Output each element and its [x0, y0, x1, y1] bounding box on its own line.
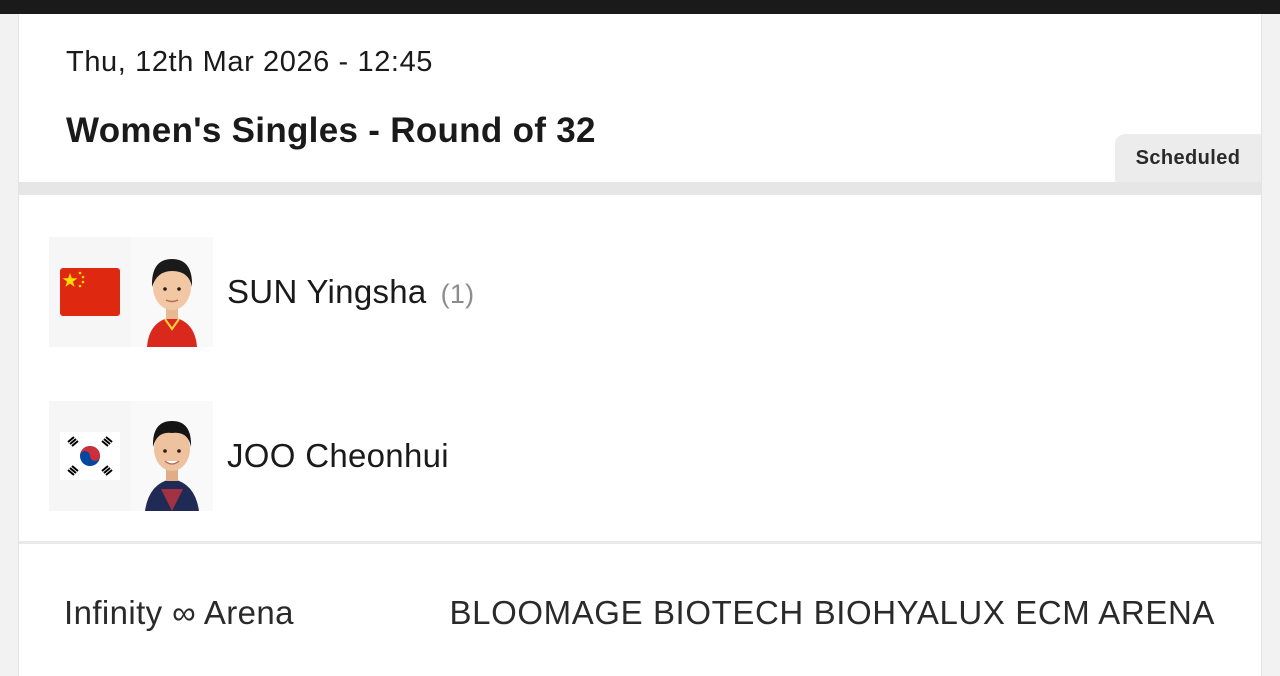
- match-datetime: Thu, 12th Mar 2026 - 12:45: [66, 46, 434, 78]
- match-title: Women's Singles - Round of 32: [66, 111, 596, 150]
- player-photo: [131, 401, 213, 511]
- arena-name: BLOOMAGE BIOTECH BIOHYALUX ECM ARENA: [449, 594, 1215, 631]
- player-avatar-icon: [145, 421, 199, 511]
- player-name[interactable]: SUN Yingsha (1): [227, 273, 474, 311]
- player-row[interactable]: JOO Cheonhui: [19, 401, 1261, 511]
- players-list: SUN Yingsha (1) JOO Cheonhui: [19, 195, 1261, 541]
- flag-cell: [49, 401, 131, 511]
- player-name-text: JOO Cheonhui: [227, 437, 449, 474]
- flag-cell: [49, 237, 131, 347]
- player-row[interactable]: SUN Yingsha (1): [19, 237, 1261, 347]
- player-seed: (1): [440, 279, 475, 309]
- player-avatar-icon: [147, 259, 197, 347]
- player-photo: [131, 237, 213, 347]
- status-badge: Scheduled: [1115, 134, 1261, 182]
- player-name[interactable]: JOO Cheonhui: [227, 437, 449, 475]
- match-header: Thu, 12th Mar 2026 - 12:45 Women's Singl…: [19, 14, 1261, 182]
- top-bar: [0, 0, 1280, 14]
- match-footer: Infinity ∞ Arena BLOOMAGE BIOTECH BIOHYA…: [19, 544, 1261, 676]
- header-divider: [19, 182, 1261, 195]
- venue-label: Infinity ∞ Arena: [64, 594, 294, 631]
- south-korea-flag-icon: [60, 432, 120, 480]
- match-card[interactable]: Thu, 12th Mar 2026 - 12:45 Women's Singl…: [18, 14, 1262, 676]
- player-name-text: SUN Yingsha: [227, 273, 427, 310]
- china-flag-icon: [60, 268, 120, 316]
